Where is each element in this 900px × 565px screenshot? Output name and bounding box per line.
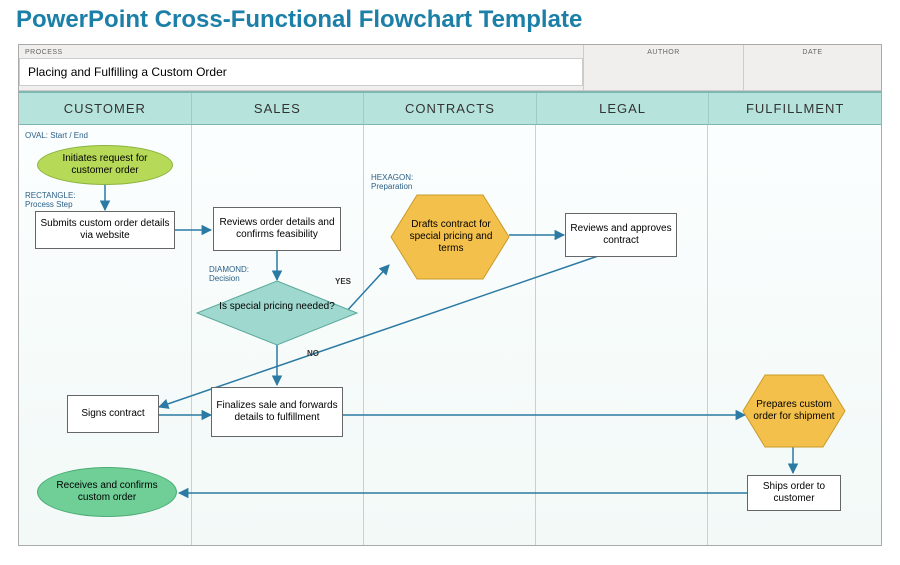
node-finalize: Finalizes sale and forwards details to f… (211, 387, 343, 437)
node-review-order: Reviews order details and confirms feasi… (213, 207, 341, 251)
decision-no-label: NO (307, 349, 319, 358)
node-submit: Submits custom order details via website (35, 211, 175, 249)
node-ships: Ships order to customer (747, 475, 841, 511)
node-receives: Receives and confirms custom order (37, 467, 177, 517)
node-draft-contract-label: Drafts contract for special pricing and … (405, 205, 497, 269)
node-review-approve: Reviews and approves contract (565, 213, 677, 257)
meta-author: AUTHOR (584, 45, 744, 90)
lane-header-sales: SALES (192, 93, 365, 124)
lanes-body: OVAL: Start / End RECTANGLE: Process Ste… (19, 125, 881, 545)
lane-sep (707, 125, 708, 545)
lane-sep (535, 125, 536, 545)
meta-date: DATE (744, 45, 881, 90)
node-signs: Signs contract (67, 395, 159, 433)
meta-row: PROCESS Placing and Fulfilling a Custom … (19, 45, 881, 91)
hint-oval: OVAL: Start / End (25, 131, 88, 140)
node-decision (197, 281, 357, 350)
lane-sep (363, 125, 364, 545)
page-title: PowerPoint Cross-Functional Flowchart Te… (0, 0, 900, 44)
lane-header-legal: LEGAL (537, 93, 710, 124)
meta-process: PROCESS Placing and Fulfilling a Custom … (19, 45, 584, 90)
lane-header-fulfillment: FULFILLMENT (709, 93, 881, 124)
node-initiate: Initiates request for customer order (37, 145, 173, 185)
decision-yes-label: YES (335, 277, 351, 286)
lane-header-contracts: CONTRACTS (364, 93, 537, 124)
meta-author-label: AUTHOR (584, 45, 743, 58)
meta-process-value[interactable]: Placing and Fulfilling a Custom Order (19, 58, 583, 86)
lane-sep (191, 125, 192, 545)
meta-author-value[interactable] (584, 58, 743, 84)
lane-header-customer: CUSTOMER (19, 93, 192, 124)
meta-date-value[interactable] (744, 58, 881, 84)
hint-hex: HEXAGON: Preparation (371, 173, 413, 191)
lanes-header: CUSTOMER SALES CONTRACTS LEGAL FULFILLME… (19, 91, 881, 125)
hint-rect: RECTANGLE: Process Step (25, 191, 76, 209)
node-prepare-label: Prepares custom order for shipment (753, 381, 835, 441)
flowchart-sheet: PROCESS Placing and Fulfilling a Custom … (18, 44, 882, 546)
meta-process-label: PROCESS (19, 45, 583, 58)
meta-date-label: DATE (744, 45, 881, 58)
node-decision-label: Is special pricing needed? (217, 301, 337, 313)
